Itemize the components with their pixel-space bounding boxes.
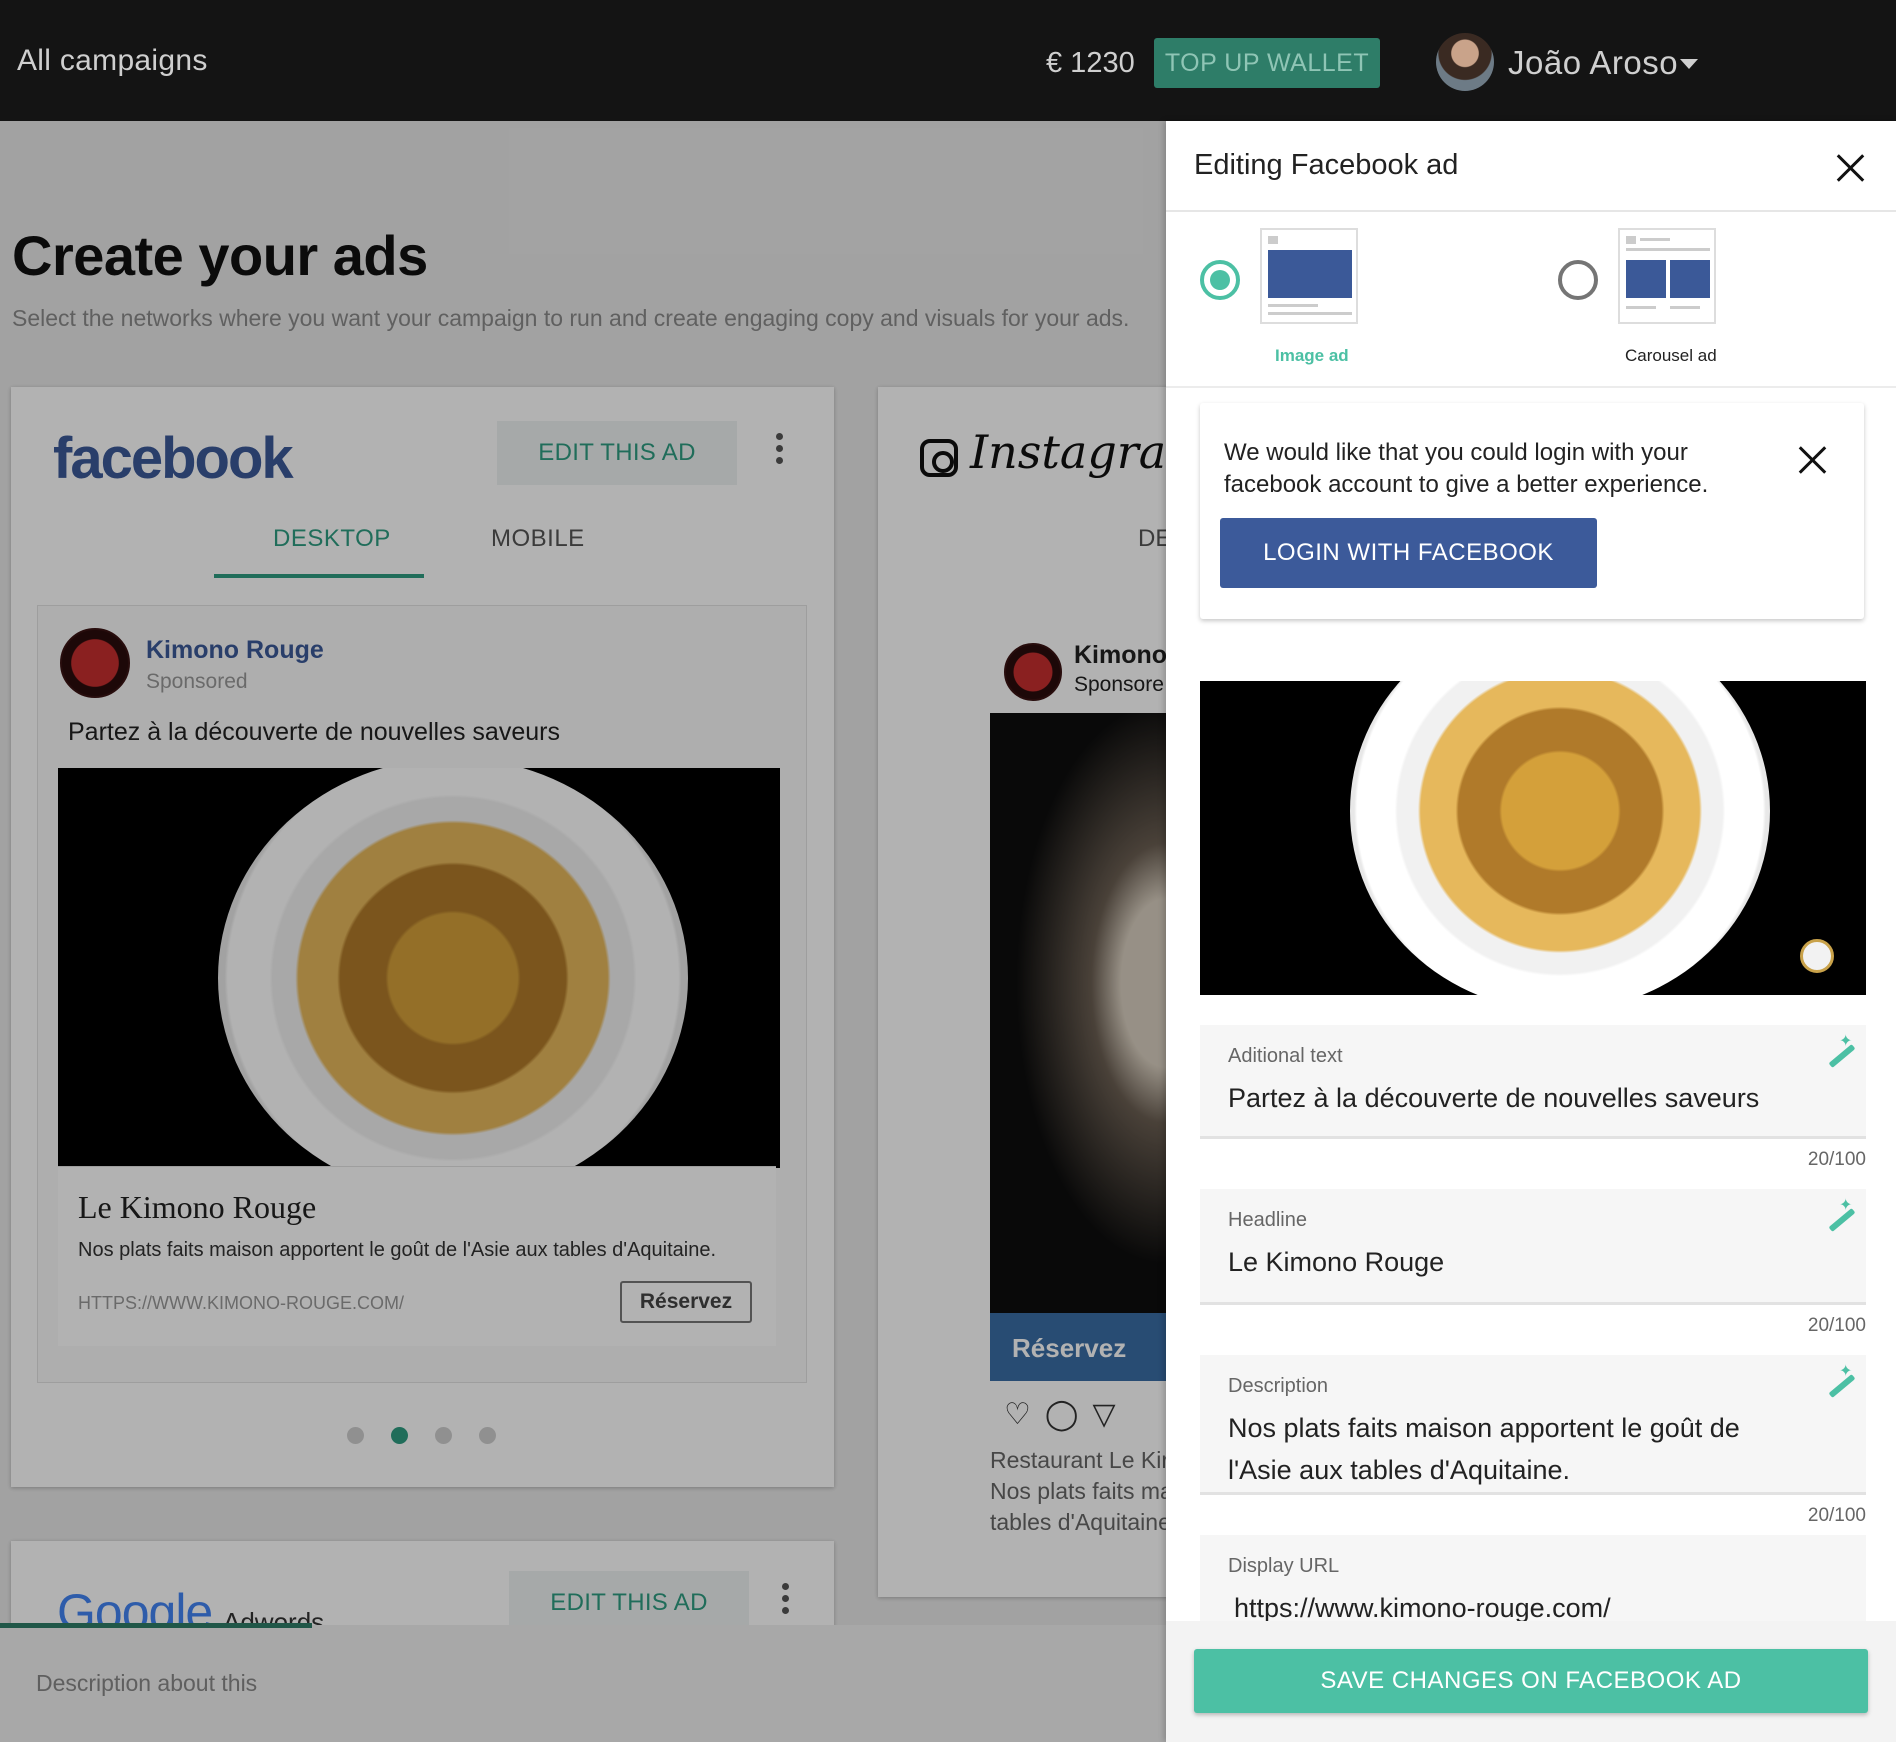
description-input[interactable]: Nos plats faits maison apportent le goût… (1228, 1407, 1788, 1491)
headline-field[interactable]: Headline Le Kimono Rouge (1200, 1189, 1866, 1305)
wallet-balance: € 1230 (1046, 47, 1135, 79)
character-counter: 20/100 (1807, 1505, 1866, 1526)
field-label: Aditional text (1228, 1045, 1343, 1067)
carousel-ad-thumbnail[interactable] (1618, 228, 1716, 324)
save-changes-button[interactable]: SAVE CHANGES ON FACEBOOK AD (1194, 1649, 1868, 1713)
login-with-facebook-button[interactable]: LOGIN WITH FACEBOOK (1220, 518, 1597, 588)
edit-ad-panel: Editing Facebook ad Image ad Carousel ad… (1166, 121, 1896, 1742)
panel-header: Editing Facebook ad (1166, 121, 1896, 212)
magic-wand-icon[interactable] (1821, 1195, 1861, 1237)
field-label: Display URL (1228, 1555, 1340, 1577)
modal-overlay[interactable] (0, 121, 1166, 1742)
character-counter: 20/100 (1807, 1149, 1866, 1170)
headline-input[interactable]: Le Kimono Rouge (1228, 1241, 1788, 1283)
food-plate-image (1350, 681, 1770, 995)
user-name[interactable]: João Aroso (1508, 44, 1678, 82)
carousel-ad-label[interactable]: Carousel ad (1625, 346, 1717, 366)
magic-wand-icon[interactable] (1821, 1361, 1861, 1403)
change-image-icon[interactable] (1800, 939, 1834, 973)
close-icon[interactable] (1836, 153, 1866, 183)
field-label: Headline (1228, 1209, 1307, 1231)
panel-title: Editing Facebook ad (1194, 149, 1459, 181)
image-ad-label[interactable]: Image ad (1275, 346, 1349, 366)
additional-text-input[interactable]: Partez à la découverte de nouvelles save… (1228, 1077, 1788, 1119)
close-icon[interactable] (1798, 445, 1828, 475)
character-counter: 20/100 (1807, 1315, 1866, 1336)
magic-wand-icon[interactable] (1821, 1031, 1861, 1073)
all-campaigns-link[interactable]: All campaigns (17, 44, 208, 78)
radio-image-ad[interactable] (1200, 260, 1240, 300)
ad-image-preview[interactable] (1200, 681, 1866, 995)
radio-carousel-ad[interactable] (1558, 260, 1598, 300)
chevron-down-icon[interactable] (1680, 59, 1698, 69)
field-label: Description (1228, 1375, 1329, 1397)
top-up-wallet-button[interactable]: TOP UP WALLET (1154, 38, 1380, 88)
top-bar: All campaigns € 1230 TOP UP WALLET João … (0, 0, 1896, 121)
additional-text-field[interactable]: Aditional text Partez à la découverte de… (1200, 1025, 1866, 1139)
description-field[interactable]: Description Nos plats faits maison appor… (1200, 1355, 1866, 1495)
avatar[interactable] (1436, 33, 1494, 91)
login-notice-text: We would like that you could login with … (1224, 439, 1709, 498)
display-url-field[interactable]: Display URL https://www.kimono-rouge.com… (1200, 1535, 1866, 1635)
facebook-login-notice: We would like that you could login with … (1200, 403, 1864, 619)
ad-format-selector: Image ad Carousel ad (1166, 212, 1896, 388)
image-ad-thumbnail[interactable] (1260, 228, 1358, 324)
